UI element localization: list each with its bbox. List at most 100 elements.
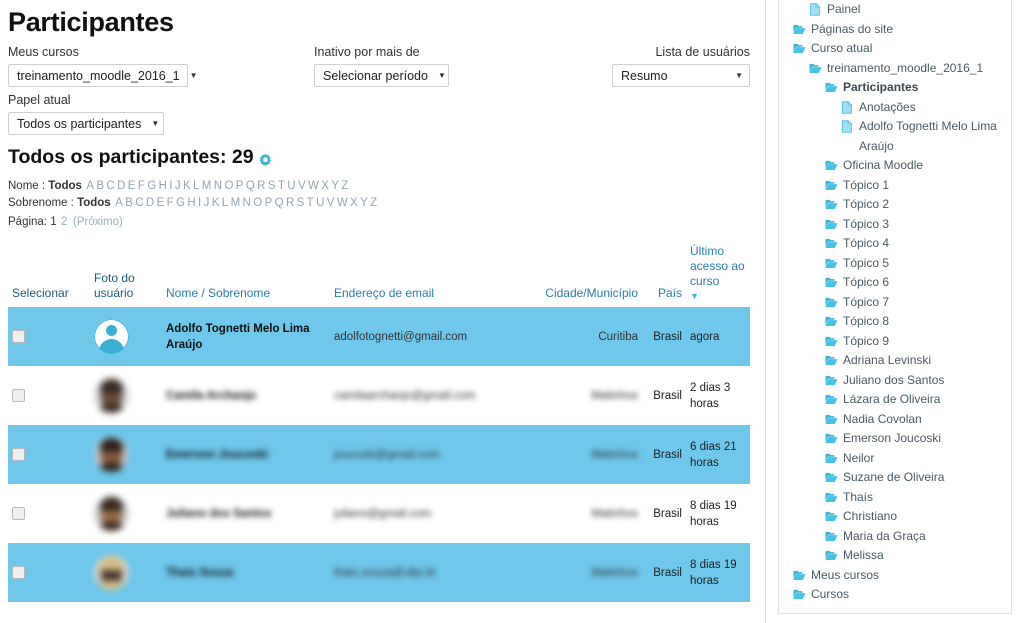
lastname-letter-L[interactable]: L [222,197,228,209]
firstname-letter-P[interactable]: P [236,180,244,192]
lastname-letter-X[interactable]: X [350,197,358,209]
firstname-letter-G[interactable]: G [147,180,156,192]
nav-tree-item[interactable]: treinamento_moodle_2016_1 [787,59,1003,79]
lastname-letter-R[interactable]: R [286,197,294,209]
row-select-checkbox[interactable] [12,330,25,343]
lastname-all-link[interactable]: Todos [77,197,111,209]
firstname-letter-Q[interactable]: Q [246,180,255,192]
nav-tree-item[interactable]: Tópico 7 [787,293,1003,313]
firstname-letter-T[interactable]: T [278,180,285,192]
firstname-letter-B[interactable]: B [96,180,104,192]
firstname-letter-V[interactable]: V [298,180,306,192]
nav-tree-item[interactable]: Maria da Graça [787,527,1003,547]
nav-tree-item[interactable]: Juliano dos Santos [787,371,1003,391]
nav-tree-item[interactable]: Tópico 4 [787,234,1003,254]
nav-tree-item[interactable]: Painel [787,0,1003,20]
nav-tree-item[interactable]: Thaís [787,488,1003,508]
next-page-link[interactable]: (Próximo) [73,216,123,228]
lastname-letter-H[interactable]: H [187,197,195,209]
row-select-checkbox[interactable] [12,389,25,402]
table-row[interactable]: Juliano dos Santos juliano@gmail.com Matin… [8,484,750,543]
firstname-letter-Z[interactable]: Z [341,180,348,192]
lastname-letter-P[interactable]: P [265,197,273,209]
row-photo-cell[interactable] [90,307,162,366]
lastname-letter-J[interactable]: J [204,197,210,209]
table-row[interactable]: Emerson Joucoski joucoski@gmail.com Matinh… [8,425,750,484]
row-select-checkbox[interactable] [12,507,25,520]
lastname-letter-W[interactable]: W [337,197,348,209]
nav-tree-item[interactable]: Tópico 6 [787,273,1003,293]
nav-tree-item[interactable]: Melissa [787,546,1003,566]
nav-tree-item[interactable]: Adriana Levinski [787,351,1003,371]
firstname-letter-L[interactable]: L [193,180,199,192]
lastname-letter-E[interactable]: E [157,197,165,209]
firstname-letter-M[interactable]: M [202,180,212,192]
nav-tree-item[interactable]: Oficina Moodle [787,156,1003,176]
lastname-letter-B[interactable]: B [125,197,133,209]
firstname-letter-U[interactable]: U [287,180,295,192]
firstname-letter-K[interactable]: K [183,180,191,192]
firstname-letter-F[interactable]: F [138,180,145,192]
firstname-letter-X[interactable]: X [321,180,329,192]
table-row[interactable]: Adolfo Tognetti Melo Lima Araújo adolfoto… [8,307,750,366]
sort-by-lastaccess-link[interactable]: Último acesso ao curso [690,244,745,288]
nav-tree-item[interactable]: Tópico 1 [787,176,1003,196]
firstname-letter-R[interactable]: R [257,180,265,192]
row-photo-cell[interactable] [90,366,162,425]
user-list-select[interactable]: Resumo ▼ [612,64,750,87]
nav-tree-item[interactable]: Tópico 8 [787,312,1003,332]
table-row[interactable]: Thais Souza thais.souza@ufpr.br Matinhos Br… [8,543,750,602]
lastname-letter-V[interactable]: V [327,197,335,209]
nav-tree-item[interactable]: Tópico 3 [787,215,1003,235]
sort-by-email-link[interactable]: Endereço de email [334,286,434,300]
nav-tree-item[interactable]: Adolfo Tognetti Melo Lima Araújo [787,117,1003,156]
lastname-letter-Q[interactable]: Q [275,197,284,209]
lastname-letter-N[interactable]: N [243,197,251,209]
firstname-letter-O[interactable]: O [224,180,233,192]
firstname-all-link[interactable]: Todos [48,180,82,192]
lastname-letter-F[interactable]: F [167,197,174,209]
sort-by-firstname-link[interactable]: Nome [166,286,198,300]
nav-tree-item[interactable]: Curso atual [787,39,1003,59]
nav-tree-item[interactable]: Cursos [787,585,1003,605]
lastname-letter-M[interactable]: M [231,197,241,209]
nav-tree-item[interactable]: Emerson Joucoski [787,429,1003,449]
lastname-letter-K[interactable]: K [212,197,220,209]
sort-by-city-link[interactable]: Cidade/Município [545,286,638,300]
firstname-letter-W[interactable]: W [308,180,319,192]
lastname-letter-A[interactable]: A [115,197,123,209]
nav-tree-item[interactable]: Neilor [787,449,1003,469]
firstname-letter-A[interactable]: A [86,180,94,192]
lastname-letter-D[interactable]: D [146,197,154,209]
firstname-letter-D[interactable]: D [117,180,125,192]
current-role-select[interactable]: Todos os participantes ▼ [8,112,164,135]
lastname-letter-C[interactable]: C [135,197,143,209]
lastname-letter-T[interactable]: T [307,197,314,209]
nav-tree-item[interactable]: Lázara de Oliveira [787,390,1003,410]
nav-tree-item[interactable]: Tópico 5 [787,254,1003,274]
nav-tree-item[interactable]: Tópico 9 [787,332,1003,352]
firstname-letter-C[interactable]: C [106,180,114,192]
lastname-letter-Y[interactable]: Y [360,197,368,209]
firstname-letter-E[interactable]: E [128,180,136,192]
firstname-letter-S[interactable]: S [268,180,276,192]
lastname-letter-O[interactable]: O [253,197,262,209]
firstname-letter-N[interactable]: N [214,180,222,192]
firstname-letter-Y[interactable]: Y [331,180,339,192]
firstname-letter-J[interactable]: J [175,180,181,192]
nav-tree-item[interactable]: Christiano [787,507,1003,527]
row-photo-cell[interactable] [90,484,162,543]
table-row[interactable]: Camila Archanjo camilaarchanjo@gmail.com M… [8,366,750,425]
firstname-letter-H[interactable]: H [159,180,167,192]
lastname-letter-I[interactable]: I [198,197,201,209]
my-courses-select[interactable]: treinamento_moodle_2016_1 ▼ [8,64,198,87]
nav-tree-item[interactable]: Anotações [787,98,1003,118]
page-2-link[interactable]: 2 [61,216,67,228]
gear-icon[interactable] [258,150,273,166]
nav-tree-item[interactable]: Tópico 2 [787,195,1003,215]
lastname-letter-U[interactable]: U [316,197,324,209]
row-select-checkbox[interactable] [12,566,25,579]
row-select-checkbox[interactable] [12,448,25,461]
sort-by-lastname-link[interactable]: Sobrenome [208,286,270,300]
inactive-period-select[interactable]: Selecionar período ▼ [314,64,449,87]
